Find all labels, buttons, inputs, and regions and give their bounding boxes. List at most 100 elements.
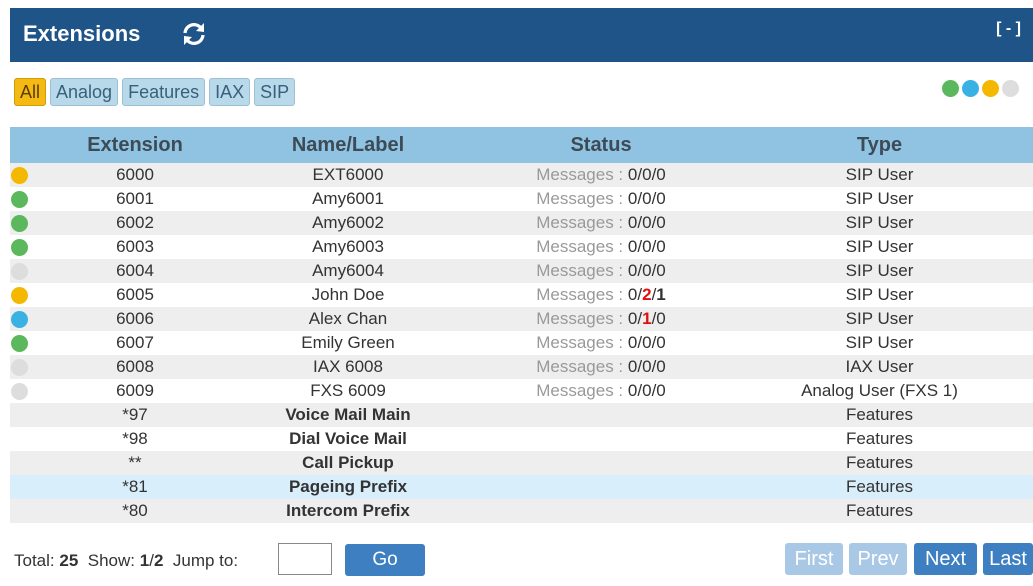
filter-all-button[interactable]: All [14,78,47,106]
message-count: 0 [627,285,638,304]
name-cell: Call Pickup [220,451,476,475]
filter-analog-button[interactable]: Analog [50,78,119,106]
status-cell: Messages : 0/1/0 [476,307,726,331]
type-cell: Analog User (FXS 1) [726,379,1033,403]
message-count: 0 [627,237,638,256]
type-cell: SIP User [726,163,1033,187]
message-count: 0 [642,165,652,184]
jump-to-input[interactable] [278,543,332,575]
name-cell: Dial Voice Mail [220,427,476,451]
table-row[interactable]: 6004 Amy6004 Messages : 0/0/0 SIP User [10,259,1033,283]
status-dot-cell [10,403,50,427]
filter-features-button[interactable]: Features [122,78,206,106]
table-row[interactable]: 6002 Amy6002 Messages : 0/0/0 SIP User [10,211,1033,235]
next-page-button[interactable]: Next [914,543,977,575]
name-cell: Voice Mail Main [220,403,476,427]
table-row[interactable]: *98 Dial Voice Mail Features [10,427,1033,451]
prev-page-button[interactable]: Prev [849,543,907,575]
message-count: 0 [656,261,666,280]
name-cell: IAX 6008 [220,355,476,379]
message-count: 0 [642,381,652,400]
table-row[interactable]: *97 Voice Mail Main Features [10,403,1033,427]
status-dot-cell [10,235,50,259]
type-cell: SIP User [726,235,1033,259]
status-legend [939,80,1019,102]
messages-label: Messages : [536,213,628,232]
filter-bar: All Analog Features IAX SIP [14,78,299,106]
message-count: 0 [656,333,666,352]
name-cell: Emily Green [220,331,476,355]
extension-cell: 6004 [50,259,220,283]
type-cell: Features [726,475,1033,499]
col-status-indicator [10,127,50,163]
status-dot [11,383,28,401]
extensions-table: Extension Name/Label Status Type 6000 EXT… [10,127,1033,523]
type-cell: Features [726,427,1033,451]
type-cell: SIP User [726,283,1033,307]
extension-cell: 6000 [50,163,220,187]
messages-label: Messages : [536,165,628,184]
extension-cell: 6007 [50,331,220,355]
extension-cell: 6005 [50,283,220,307]
col-name-label[interactable]: Name/Label [220,127,476,163]
legend-dot [982,80,999,97]
message-count: 0 [642,237,652,256]
extension-cell: 6006 [50,307,220,331]
status-cell: Messages : 0/2/1 [476,283,726,307]
table-row[interactable]: 6000 EXT6000 Messages : 0/0/0 SIP User [10,163,1033,187]
status-dot [11,335,28,353]
extension-cell: *80 [50,499,220,523]
messages-label: Messages : [536,357,628,376]
message-count: 0 [656,165,666,184]
table-row[interactable]: *81 Pageing Prefix Features [10,475,1033,499]
extension-cell: *81 [50,475,220,499]
table-row[interactable]: 6009 FXS 6009 Messages : 0/0/0 Analog User … [10,379,1033,403]
table-row[interactable]: 6005 John Doe Messages : 0/2/1 SIP User [10,283,1033,307]
type-cell: SIP User [726,259,1033,283]
message-count: 0 [656,309,666,328]
current-page: 1 [139,551,150,570]
name-cell: Pageing Prefix [220,475,476,499]
status-dot-cell [10,283,50,307]
refresh-icon[interactable] [180,20,208,48]
status-dot [11,287,28,305]
name-cell: Amy6002 [220,211,476,235]
legend-dot [1002,80,1019,97]
type-cell: SIP User [726,211,1033,235]
first-page-button[interactable]: First [785,543,843,575]
messages-label: Messages : [536,237,628,256]
go-button[interactable]: Go [345,544,425,576]
name-cell: Amy6004 [220,259,476,283]
status-dot-cell [10,331,50,355]
name-cell: Intercom Prefix [220,499,476,523]
filter-sip-button[interactable]: SIP [254,78,296,106]
col-type[interactable]: Type [726,127,1033,163]
table-row[interactable]: ** Call Pickup Features [10,451,1033,475]
messages-label: Messages : [536,333,628,352]
status-dot-cell [10,187,50,211]
extension-cell: 6001 [50,187,220,211]
pagination-info: Total: 25 Show: 1/2 Jump to: [14,551,239,570]
col-extension[interactable]: Extension [50,127,220,163]
extension-cell: 6002 [50,211,220,235]
message-count: 0 [627,357,638,376]
type-cell: Features [726,451,1033,475]
table-row[interactable]: 6007 Emily Green Messages : 0/0/0 SIP User [10,331,1033,355]
jump-label: Jump to: [172,551,239,570]
last-page-button[interactable]: Last [983,543,1033,575]
table-row[interactable]: 6003 Amy6003 Messages : 0/0/0 SIP User [10,235,1033,259]
table-row[interactable]: 6001 Amy6001 Messages : 0/0/0 SIP User [10,187,1033,211]
filter-iax-button[interactable]: IAX [209,78,251,106]
table-row[interactable]: 6008 IAX 6008 Messages : 0/0/0 IAX User [10,355,1033,379]
collapse-button[interactable]: [ - ] [996,20,1021,38]
name-cell: FXS 6009 [220,379,476,403]
table-row[interactable]: 6006 Alex Chan Messages : 0/1/0 SIP User [10,307,1033,331]
extension-cell: 6008 [50,355,220,379]
extension-cell: *98 [50,427,220,451]
status-cell [476,403,726,427]
col-status[interactable]: Status [476,127,726,163]
name-cell: John Doe [220,283,476,307]
extensions-panel: Extensions [ - ] All Analog Features IAX SIP… [10,8,1033,586]
legend-dot [942,80,959,97]
table-row[interactable]: *80 Intercom Prefix Features [10,499,1033,523]
